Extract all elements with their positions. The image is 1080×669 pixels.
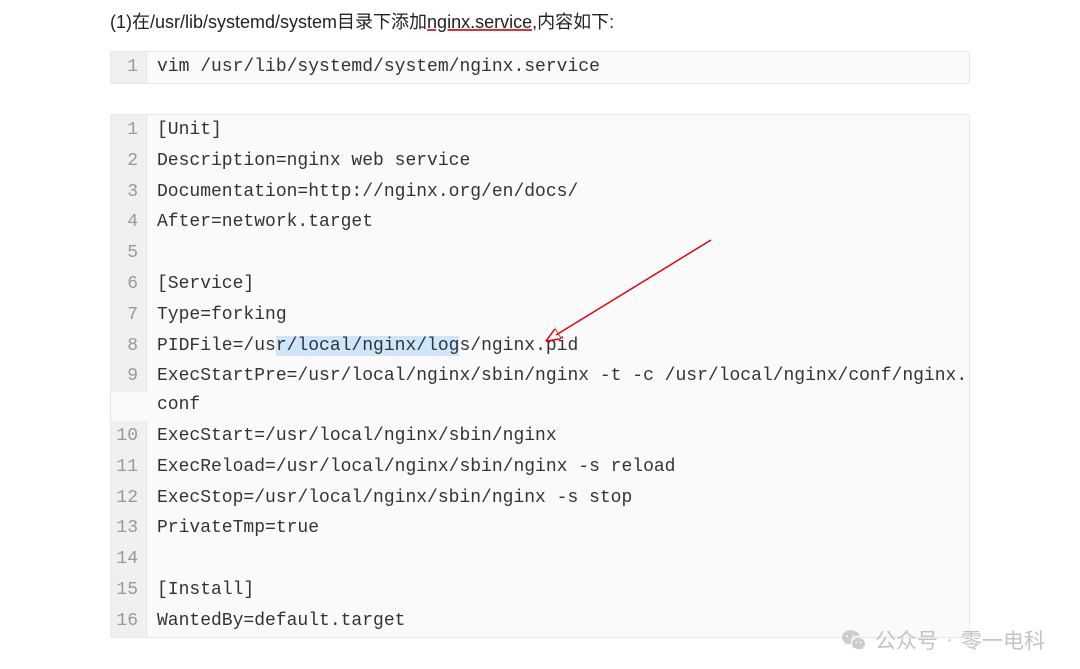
line-content: [Unit]	[147, 115, 969, 146]
instruction-line: (1)在/usr/lib/systemd/system目录下添加nginx.se…	[110, 10, 970, 35]
line-number: 12	[111, 483, 147, 514]
line-content: Description=nginx web service	[147, 146, 969, 177]
line-number: 3	[111, 177, 147, 208]
code-line: 13PrivateTmp=true	[111, 513, 969, 544]
highlighted-text: r/local/nginx/log	[276, 336, 460, 356]
line-number: 2	[111, 146, 147, 177]
line-number: 14	[111, 544, 147, 575]
code-line: 14	[111, 544, 969, 575]
code-line: 2Description=nginx web service	[111, 146, 969, 177]
line-number: 11	[111, 452, 147, 483]
code-line: 12ExecStop=/usr/local/nginx/sbin/nginx -…	[111, 483, 969, 514]
document-body: (1)在/usr/lib/systemd/system目录下添加nginx.se…	[0, 0, 1080, 638]
code-line: 9ExecStartPre=/usr/local/nginx/sbin/ngin…	[111, 361, 969, 421]
line-content: [Service]	[147, 269, 969, 300]
text-segment: PIDFile=/us	[157, 336, 276, 356]
line-content: ExecReload=/usr/local/nginx/sbin/nginx -…	[147, 452, 969, 483]
code-line: 8PIDFile=/usr/local/nginx/logs/nginx.pid	[111, 331, 969, 362]
line-number: 5	[111, 238, 147, 269]
wechat-icon	[841, 627, 867, 653]
line-content: ExecStop=/usr/local/nginx/sbin/nginx -s …	[147, 483, 969, 514]
line-number: 4	[111, 207, 147, 238]
line-number: 9	[111, 361, 147, 392]
code-line: 1[Unit]	[111, 115, 969, 146]
code-line: 15[Install]	[111, 575, 969, 606]
instruction-prefix: (1)在/usr/lib/systemd/system目录下添加	[110, 12, 427, 32]
line-content: Type=forking	[147, 300, 969, 331]
line-content: vim /usr/lib/systemd/system/nginx.servic…	[147, 52, 969, 83]
line-content: ExecStart=/usr/local/nginx/sbin/nginx	[147, 421, 969, 452]
line-number: 10	[111, 421, 147, 452]
code-line: 3Documentation=http://nginx.org/en/docs/	[111, 177, 969, 208]
line-content: After=network.target	[147, 207, 969, 238]
service-code-block: 1[Unit]2Description=nginx web service3Do…	[110, 114, 970, 638]
line-content: ExecStartPre=/usr/local/nginx/sbin/nginx…	[147, 361, 969, 421]
line-number: 1	[111, 115, 147, 146]
code-line: 1vim /usr/lib/systemd/system/nginx.servi…	[111, 52, 969, 83]
watermark-name: 零一电科	[961, 625, 1045, 655]
command-code-block: 1vim /usr/lib/systemd/system/nginx.servi…	[110, 51, 970, 84]
line-number: 13	[111, 513, 147, 544]
code-line: 4After=network.target	[111, 207, 969, 238]
watermark-sep: ·	[946, 628, 953, 652]
line-number: 1	[111, 52, 147, 83]
line-number: 15	[111, 575, 147, 606]
watermark: 公众号 · 零一电科	[841, 625, 1045, 655]
line-number: 8	[111, 331, 147, 362]
line-content	[147, 544, 969, 546]
code-line: 10ExecStart=/usr/local/nginx/sbin/nginx	[111, 421, 969, 452]
line-number: 7	[111, 300, 147, 331]
line-content	[147, 238, 969, 240]
instruction-underlined: nginx.service	[427, 12, 532, 32]
text-segment: s/nginx.pid	[459, 336, 578, 356]
code-line: 11ExecReload=/usr/local/nginx/sbin/nginx…	[111, 452, 969, 483]
line-number: 6	[111, 269, 147, 300]
line-content: PIDFile=/usr/local/nginx/logs/nginx.pid	[147, 331, 969, 362]
line-content: Documentation=http://nginx.org/en/docs/	[147, 177, 969, 208]
line-content: [Install]	[147, 575, 969, 606]
code-line: 5	[111, 238, 969, 269]
code-line: 7Type=forking	[111, 300, 969, 331]
instruction-suffix: ,内容如下:	[532, 12, 614, 32]
code-line: 6[Service]	[111, 269, 969, 300]
line-content: PrivateTmp=true	[147, 513, 969, 544]
watermark-label: 公众号	[875, 625, 938, 655]
line-number: 16	[111, 606, 147, 637]
